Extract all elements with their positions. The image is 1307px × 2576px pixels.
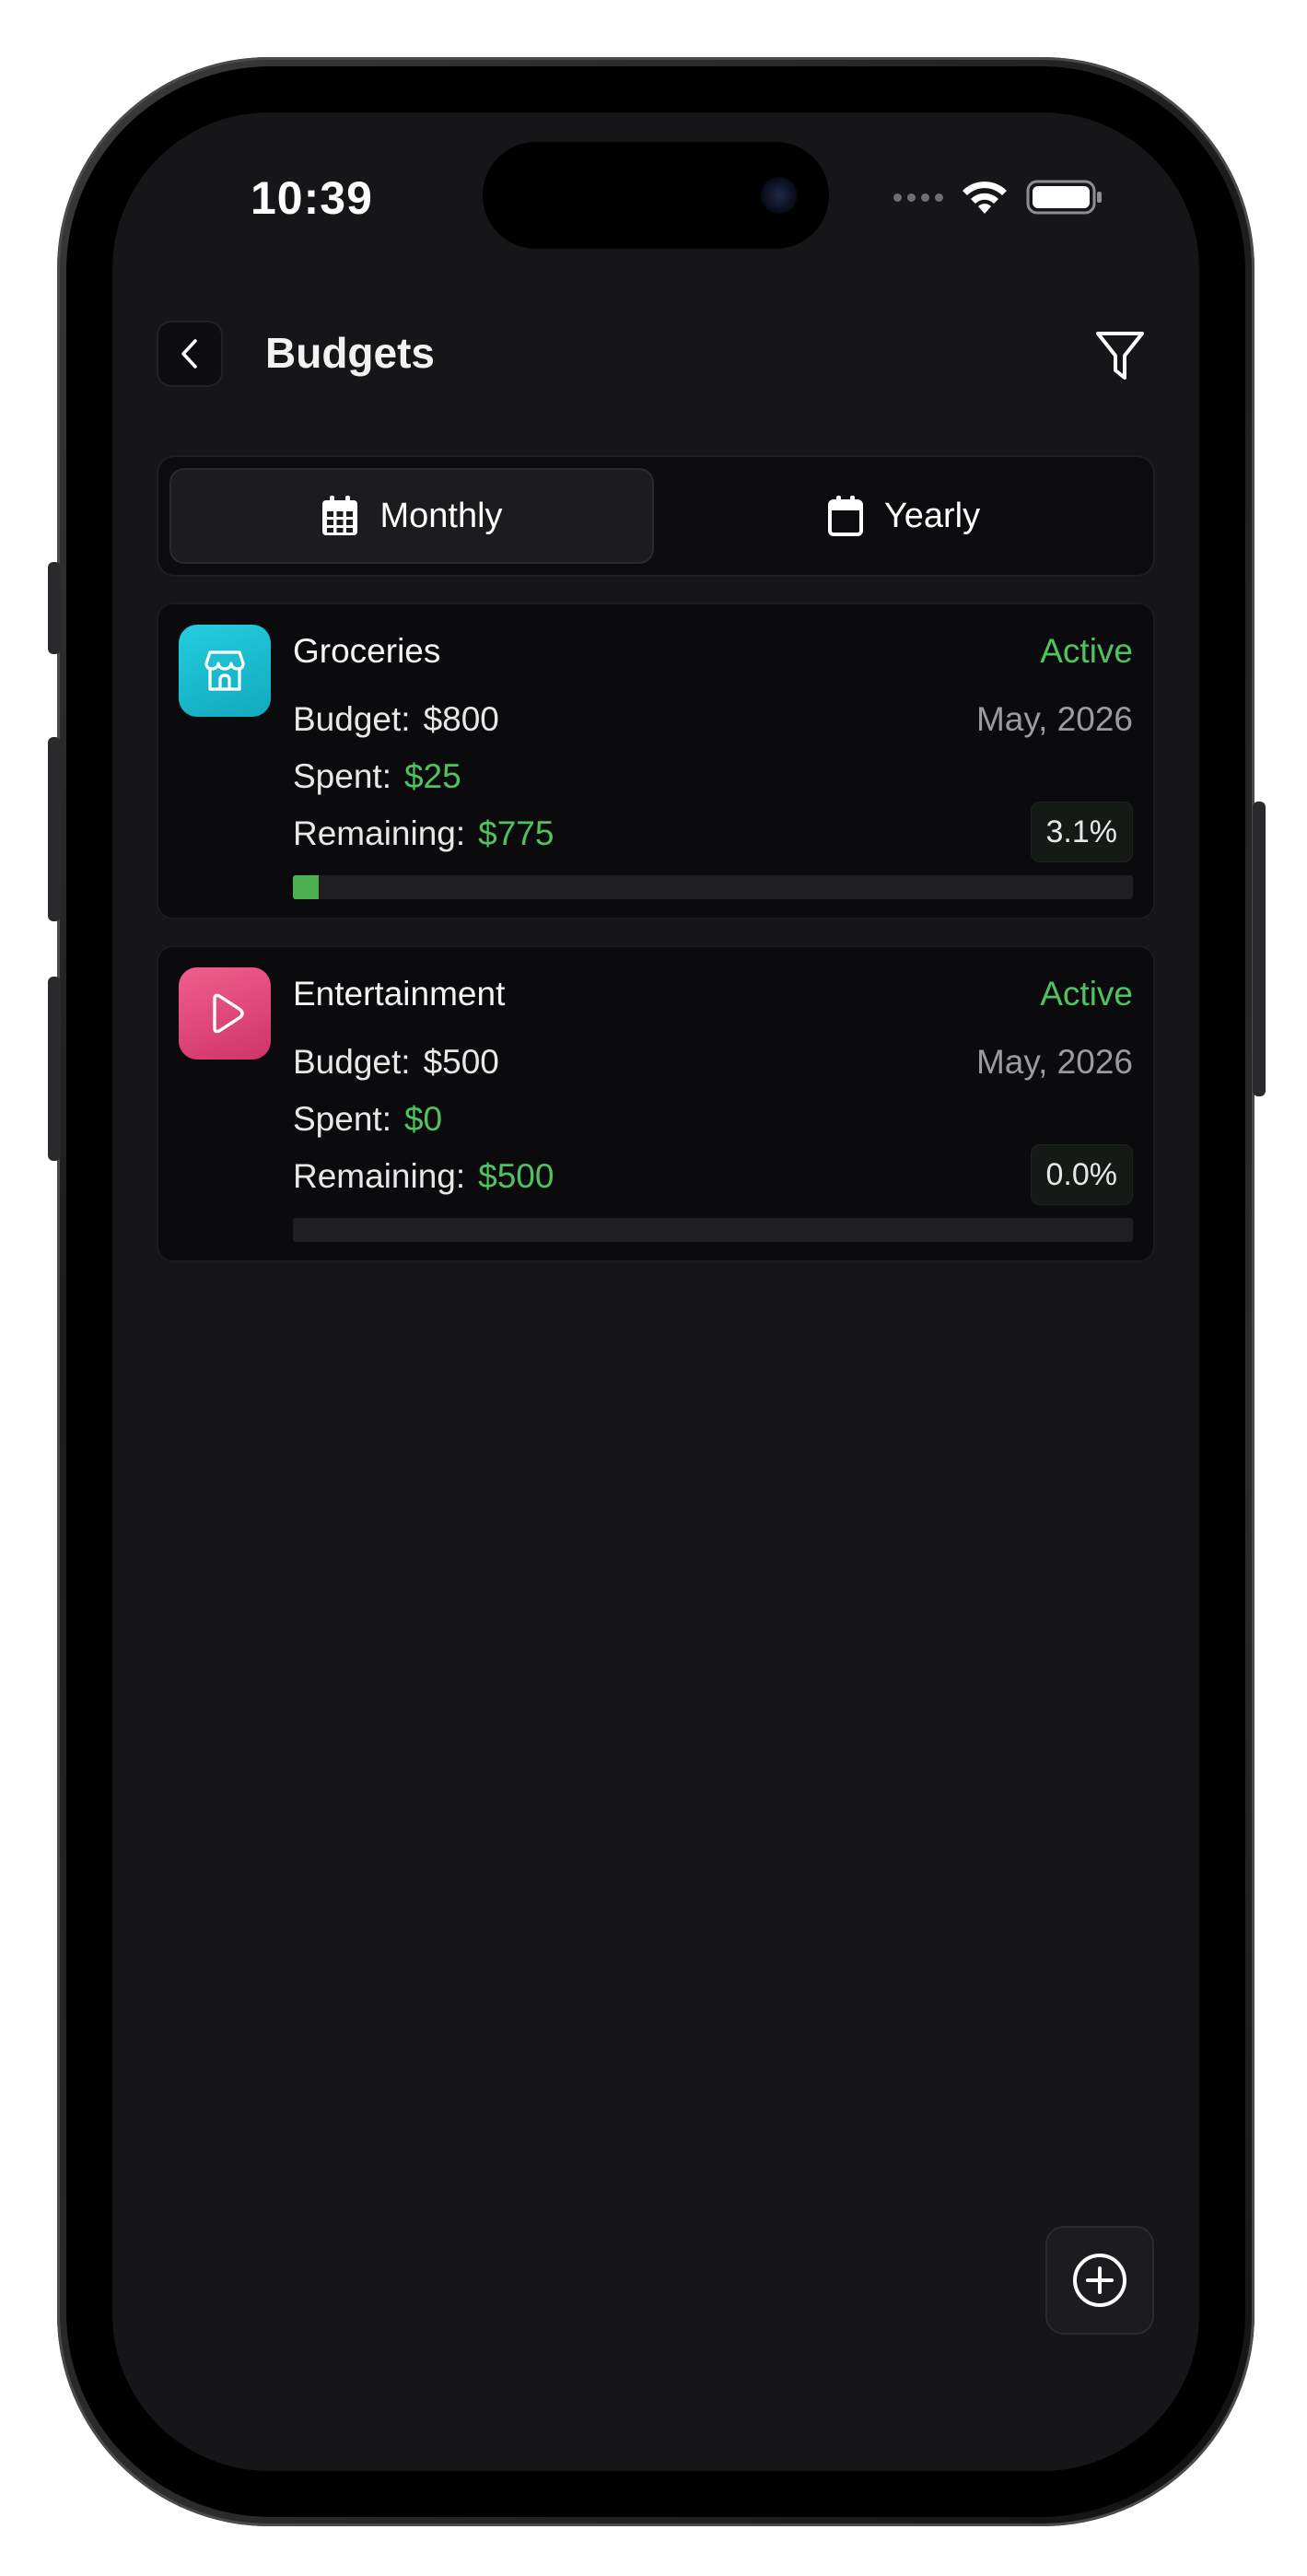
budget-period: May, 2026 — [975, 1043, 1133, 1081]
add-budget-button[interactable] — [1045, 2226, 1154, 2335]
progress-fill — [293, 875, 320, 899]
wifi-icon — [963, 181, 1007, 214]
status-icons — [893, 179, 1103, 216]
spent-value: $25 — [403, 757, 461, 795]
budget-name: Groceries — [293, 632, 441, 670]
budget-value: $500 — [423, 1043, 499, 1081]
budget-card-entertainment[interactable]: Entertainment Active May, 2026 Budget: $5… — [157, 945, 1155, 1262]
budget-label: Budget: — [293, 1043, 411, 1081]
plus-circle-icon — [1073, 2254, 1126, 2307]
dynamic-island — [483, 142, 829, 249]
spent-label: Spent: — [293, 757, 391, 795]
percent-badge: 0.0% — [1030, 1144, 1133, 1205]
back-button[interactable] — [157, 321, 223, 387]
spent-label: Spent: — [293, 1100, 391, 1138]
remaining-value: $775 — [478, 814, 554, 852]
progress-bar — [293, 1218, 1133, 1242]
cellular-icon — [893, 193, 943, 202]
progress-bar — [293, 875, 1133, 899]
tab-monthly[interactable]: Monthly — [169, 468, 654, 564]
storefront-icon — [179, 625, 271, 717]
app-screen: 10:39 Budgets Monthly Yearly Groceries A… — [112, 112, 1199, 2471]
remaining-label: Remaining: — [293, 1157, 466, 1195]
status-time: 10:39 — [251, 172, 373, 224]
remaining-value: $500 — [478, 1157, 554, 1195]
budget-period: May, 2026 — [975, 700, 1133, 738]
battery-icon — [1026, 180, 1102, 215]
volume-down-button — [48, 977, 61, 1161]
tab-yearly-label: Yearly — [883, 496, 981, 535]
remaining-line: Remaining: $500 — [293, 1157, 554, 1196]
remaining-label: Remaining: — [293, 814, 466, 852]
page-title: Budgets — [265, 329, 435, 377]
filter-icon — [1096, 332, 1144, 380]
spent-line: Spent: $25 — [293, 757, 461, 796]
budget-line: Budget: $800 — [293, 700, 499, 739]
budget-label: Budget: — [293, 700, 411, 738]
status-badge: Active — [1040, 975, 1133, 1013]
remaining-line: Remaining: $775 — [293, 814, 554, 853]
tab-monthly-label: Monthly — [379, 496, 503, 535]
calendar-grid-icon — [322, 496, 358, 535]
tab-yearly[interactable]: Yearly — [661, 468, 1146, 564]
volume-up-button — [48, 737, 61, 921]
calendar-icon — [827, 496, 863, 536]
status-badge: Active — [1040, 632, 1133, 670]
budget-line: Budget: $500 — [293, 1043, 499, 1082]
play-icon-glyph — [213, 993, 244, 1034]
storefront-icon-glyph — [204, 650, 245, 691]
percent-badge: 3.1% — [1030, 802, 1133, 862]
camera-icon — [761, 177, 798, 214]
budget-value: $800 — [423, 700, 499, 738]
period-segmented-control: Monthly Yearly — [157, 455, 1155, 577]
play-icon — [179, 967, 271, 1060]
filter-button[interactable] — [1094, 328, 1146, 383]
budget-card-groceries[interactable]: Groceries Active May, 2026 Budget: $800 S… — [157, 603, 1155, 919]
action-button — [48, 562, 61, 654]
spent-line: Spent: $0 — [293, 1100, 442, 1139]
budget-name: Entertainment — [293, 975, 506, 1013]
spent-value: $0 — [403, 1100, 443, 1138]
chevron-left-icon — [181, 339, 197, 369]
power-button — [1253, 802, 1266, 1096]
